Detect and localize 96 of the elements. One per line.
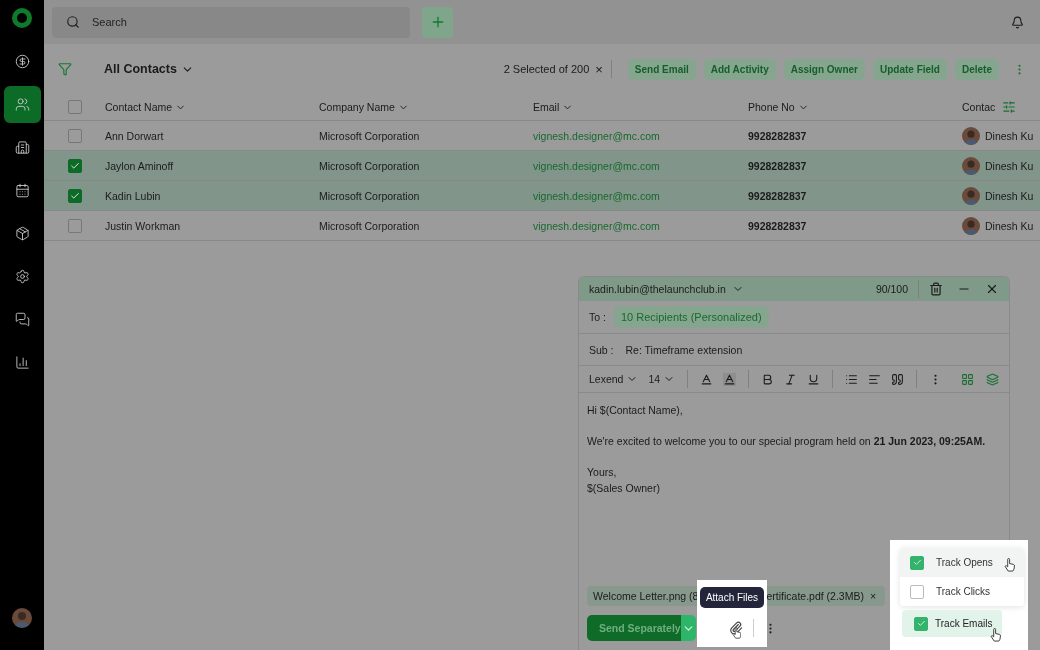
- option-checkbox[interactable]: [910, 555, 924, 570]
- trash-icon[interactable]: [929, 282, 943, 296]
- sidebar-item[interactable]: [3, 86, 41, 123]
- action-button[interactable]: Delete: [955, 58, 999, 80]
- column-header[interactable]: Contac: [962, 100, 1040, 114]
- remove-attachment-button[interactable]: ×: [869, 590, 877, 602]
- subject-field[interactable]: Re: Timeframe extension: [625, 343, 743, 356]
- column-header[interactable]: Email: [533, 101, 748, 113]
- table-row[interactable]: Justin Workman Microsoft Corporation vignesh.designer@mc.com 9928282837 Dinesh Ku: [44, 211, 1040, 241]
- action-button[interactable]: Assign Owner: [783, 58, 865, 80]
- to-label: To :: [589, 311, 606, 323]
- body-text: We're excited to welcome you to our special program held on 21 Jun 2023, 09:25AM.: [587, 434, 987, 449]
- table-cell-text: Microsoft Corporation: [319, 189, 421, 202]
- font-select[interactable]: Lexend: [589, 373, 624, 385]
- check-icon: [69, 160, 80, 171]
- sliders-icon[interactable]: [1002, 100, 1017, 114]
- hand-cursor-icon: [1004, 558, 1016, 572]
- select-all-checkbox[interactable]: [67, 100, 82, 114]
- table-cell-text: Justin Workman: [105, 219, 182, 232]
- avatar: [12, 608, 32, 628]
- table-cell-text: Microsoft Corporation: [319, 129, 421, 142]
- bell-icon[interactable]: [1011, 15, 1024, 29]
- table-row[interactable]: Jaylon Aminoff Microsoft Corporation vignesh.designer@mc.com 9928282837 Dinesh Ku: [44, 151, 1040, 181]
- quote-icon[interactable]: [891, 372, 905, 386]
- dollar-icon: [14, 54, 30, 69]
- hand-cursor-icon: [990, 628, 1002, 642]
- tracking-option[interactable]: Track Opens: [900, 548, 1024, 577]
- action-button[interactable]: Send Email: [627, 58, 696, 80]
- attach-icon[interactable]: [728, 621, 743, 635]
- calendar-icon: [14, 183, 30, 198]
- check-icon: [912, 558, 922, 567]
- column-header[interactable]: Contact Name: [105, 101, 319, 113]
- column-header[interactable]: Company Name: [319, 101, 533, 113]
- bold-icon[interactable]: [761, 372, 775, 386]
- underline-icon[interactable]: [807, 372, 821, 386]
- check-icon: [69, 190, 80, 201]
- table-cell-text: Microsoft Corporation: [319, 219, 421, 232]
- table-cell-text: Ann Dorwart: [105, 129, 165, 142]
- hand-cursor-icon: [731, 627, 742, 639]
- search-icon: [66, 15, 80, 29]
- toggle-checkbox[interactable]: [914, 616, 928, 631]
- italic-icon[interactable]: [784, 372, 798, 386]
- table-cell-text: 9928282837: [748, 189, 808, 202]
- align-left-icon[interactable]: [868, 372, 882, 386]
- row-checkbox[interactable]: [67, 188, 82, 203]
- logo-icon: [12, 8, 32, 28]
- package-icon: [14, 226, 30, 241]
- column-header[interactable]: Phone No: [748, 101, 962, 113]
- table-cell-text: 9928282837: [748, 219, 808, 232]
- sender-dropdown[interactable]: kadin.lubin@thelaunchclub.in: [589, 283, 726, 295]
- table-cell-text: Microsoft Corporation: [319, 159, 421, 172]
- table-cell: Dinesh Ku: [985, 159, 1034, 172]
- body-text: Yours,: [587, 465, 618, 480]
- avatar: [962, 156, 980, 175]
- check-icon: [916, 619, 926, 628]
- subject-label: Sub :: [589, 343, 614, 356]
- contacts-icon: [14, 97, 30, 112]
- avatar: [962, 186, 980, 205]
- tracking-option[interactable]: Track Clicks: [900, 577, 1024, 606]
- option-label: Track Opens: [936, 557, 993, 568]
- avatar: [962, 126, 980, 145]
- body-text: $(Sales Owner): [587, 481, 661, 496]
- tooltip: Attach Files: [699, 587, 765, 608]
- table-row[interactable]: Kadin Lubin Microsoft Corporation vignesh.designer@mc.com 9928282837 Dinesh Ku: [44, 181, 1040, 211]
- action-button[interactable]: Add Activity: [703, 58, 776, 80]
- text-color-icon[interactable]: [700, 372, 714, 386]
- avatar: [962, 216, 980, 235]
- table-cell: Dinesh Ku: [985, 189, 1034, 202]
- attachment-name: ertificate.pdf (2.3MB): [766, 590, 864, 602]
- selection-count: 2 Selected of 200: [503, 63, 590, 75]
- row-checkbox[interactable]: [67, 158, 82, 173]
- list-icon[interactable]: [845, 372, 859, 386]
- size-select[interactable]: 14: [648, 373, 661, 385]
- row-checkbox[interactable]: [67, 128, 82, 143]
- row-checkbox[interactable]: [67, 218, 82, 233]
- table-cell-text: Kadin Lubin: [105, 189, 162, 202]
- option-checkbox[interactable]: [910, 584, 924, 599]
- table-cell: Dinesh Ku: [985, 219, 1034, 232]
- character-counter: 90/100: [875, 283, 908, 295]
- highlight-icon[interactable]: [723, 372, 737, 386]
- chat-icon: [14, 312, 30, 327]
- table-cell-text: Jaylon Aminoff: [105, 159, 175, 172]
- list-title[interactable]: All Contacts: [104, 62, 177, 76]
- close-icon[interactable]: [985, 282, 999, 296]
- body-text: Hi $(Contact Name),: [587, 403, 684, 418]
- table-cell-text: 9928282837: [748, 129, 808, 142]
- clear-selection-button[interactable]: ×: [595, 61, 603, 77]
- option-label: Track Clicks: [936, 586, 991, 597]
- chart-icon: [14, 355, 30, 370]
- building-icon: [14, 140, 30, 155]
- action-button[interactable]: Update Field: [872, 58, 947, 80]
- table-cell-text: 9928282837: [748, 159, 808, 172]
- track-emails-button[interactable]: Track Emails: [902, 610, 1002, 637]
- settings-icon: [14, 269, 30, 284]
- search-field[interactable]: Search: [52, 6, 410, 38]
- table-cell: Dinesh Ku: [985, 129, 1034, 142]
